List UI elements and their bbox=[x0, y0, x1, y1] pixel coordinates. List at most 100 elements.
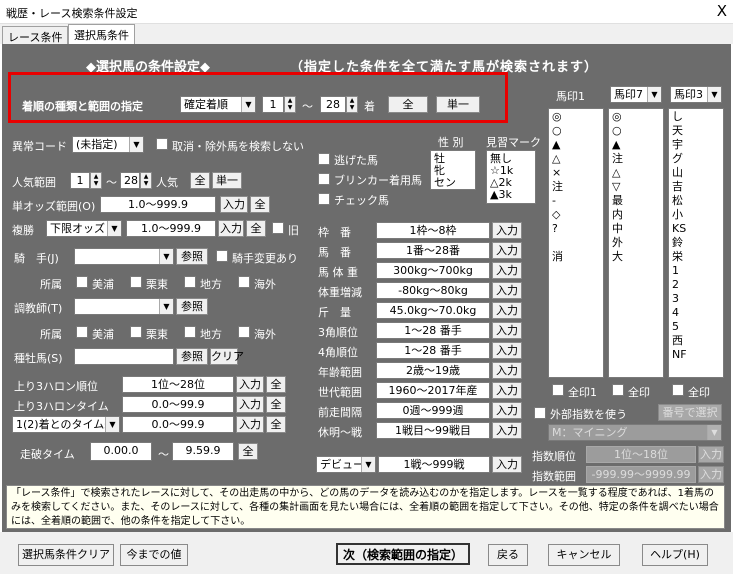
list-item[interactable]: セン bbox=[434, 177, 472, 189]
agari-time-field[interactable]: 0.0～99.9 bbox=[122, 396, 234, 413]
timediff-field[interactable]: 0.0～99.9 bbox=[122, 416, 234, 433]
fukusho-old-checkbox[interactable] bbox=[272, 222, 284, 234]
hasha-from[interactable]: 0.00.0 bbox=[90, 442, 152, 461]
list-item[interactable]: 3 bbox=[672, 293, 720, 307]
agari-time-all-button[interactable]: 全 bbox=[266, 396, 286, 413]
range-input-button[interactable]: 入力 bbox=[492, 222, 522, 239]
ninki-to[interactable]: 28 bbox=[120, 172, 140, 189]
range-input-button[interactable]: 入力 bbox=[492, 382, 522, 399]
affil2-kaigai-checkbox[interactable] bbox=[238, 326, 250, 338]
order-type-select[interactable]: 確定着順 ▼ bbox=[180, 96, 256, 113]
list-item[interactable]: 宇 bbox=[672, 139, 720, 153]
range-field[interactable]: 1番～28番 bbox=[376, 242, 490, 259]
ext-rank-field[interactable]: 1位～18位 bbox=[586, 446, 696, 463]
jockey-change-checkbox[interactable] bbox=[216, 250, 228, 262]
affil-miho-checkbox[interactable] bbox=[76, 276, 88, 288]
list-item[interactable]: 最 bbox=[612, 195, 660, 209]
range-field[interactable]: 2歳～19歳 bbox=[376, 362, 490, 379]
timediff-all-button[interactable]: 全 bbox=[266, 416, 286, 433]
mark1-list[interactable]: ◎ ○ ▲ △ × 注 - ◇? 消 bbox=[548, 108, 604, 378]
jockey-ref-button[interactable]: 参照 bbox=[176, 248, 208, 265]
back-button[interactable]: 戻る bbox=[488, 544, 528, 566]
list-item[interactable]: 消 bbox=[552, 251, 600, 265]
list-item[interactable]: 吉 bbox=[672, 181, 720, 195]
range-input-button[interactable]: 入力 bbox=[492, 322, 522, 339]
range-field[interactable]: 1～28 番手 bbox=[376, 322, 490, 339]
fukusho-type-select[interactable]: 下限オッズ ▼ bbox=[46, 220, 122, 237]
list-item[interactable]: 注 bbox=[552, 181, 600, 195]
list-item[interactable]: 内 bbox=[612, 209, 660, 223]
range-field[interactable]: 1枠～8枠 bbox=[376, 222, 490, 239]
fukusho-input-button[interactable]: 入力 bbox=[218, 220, 244, 237]
range-field[interactable]: 1戦目～99戦目 bbox=[376, 422, 490, 439]
tanodds-input-button[interactable]: 入力 bbox=[220, 196, 248, 213]
list-item[interactable]: 注 bbox=[612, 153, 660, 167]
range-field[interactable]: 1～28 番手 bbox=[376, 342, 490, 359]
ext-order-button[interactable]: 番号で選択 bbox=[658, 404, 722, 421]
list-item[interactable]: NF bbox=[672, 349, 720, 363]
ijo-select[interactable]: (未指定) ▼ bbox=[72, 136, 144, 153]
ninki-from-spinner[interactable]: ▲ ▼ bbox=[90, 172, 102, 189]
order-to-field[interactable]: 28 bbox=[320, 96, 346, 113]
mark3-select[interactable]: 馬印3 ▼ bbox=[670, 86, 722, 103]
ext-range-field[interactable]: -999.99～9999.99 bbox=[586, 466, 696, 483]
list-item[interactable]: ▲3k bbox=[490, 189, 532, 201]
range-input-button[interactable]: 入力 bbox=[492, 422, 522, 439]
list-item[interactable]: 5 bbox=[672, 321, 720, 335]
list-item[interactable]: 中 bbox=[612, 223, 660, 237]
ext-rank-input-button[interactable]: 入力 bbox=[698, 446, 724, 463]
range-input-button[interactable]: 入力 bbox=[492, 402, 522, 419]
prev-values-button[interactable]: 今までの値 bbox=[120, 544, 188, 566]
close-icon[interactable]: X bbox=[717, 2, 727, 20]
minarai-list[interactable]: 無し ☆1k △2k ▲3k bbox=[486, 150, 536, 204]
flag-nige-checkbox[interactable] bbox=[318, 153, 330, 165]
flag-check-checkbox[interactable] bbox=[318, 193, 330, 205]
range-field[interactable]: 0週～999週 bbox=[376, 402, 490, 419]
timediff-input-button[interactable]: 入力 bbox=[236, 416, 264, 433]
order-from-spinner[interactable]: ▲ ▼ bbox=[284, 96, 296, 113]
range-field[interactable]: 300kg～700kg bbox=[376, 262, 490, 279]
range-input-button[interactable]: 入力 bbox=[492, 262, 522, 279]
list-item[interactable]: ○ bbox=[612, 125, 660, 139]
timediff-select[interactable]: 1(2)着とのタイム差 ▼ bbox=[12, 416, 120, 433]
range-input-button[interactable]: 入力 bbox=[492, 362, 522, 379]
list-item[interactable]: 松 bbox=[672, 195, 720, 209]
jockey-select[interactable]: ▼ bbox=[74, 248, 174, 265]
mark2-select[interactable]: 馬印7 ▼ bbox=[610, 86, 662, 103]
flag-blinker-checkbox[interactable] bbox=[318, 173, 330, 185]
range-field[interactable]: 1960～2017年産 bbox=[376, 382, 490, 399]
sire-ref-button[interactable]: 参照 bbox=[176, 348, 208, 365]
trainer-ref-button[interactable]: 参照 bbox=[176, 298, 208, 315]
mark2-list[interactable]: ◎ ○ ▲ 注 △ ▽ 最内中外大 bbox=[608, 108, 664, 378]
range-field[interactable]: 45.0kg～70.0kg bbox=[376, 302, 490, 319]
list-item[interactable]: 西 bbox=[672, 335, 720, 349]
affil2-miho-checkbox[interactable] bbox=[76, 326, 88, 338]
list-item[interactable]: KS bbox=[672, 223, 720, 237]
trainer-select[interactable]: ▼ bbox=[74, 298, 174, 315]
ninki-to-spinner[interactable]: ▲ ▼ bbox=[140, 172, 152, 189]
affil2-ritto-checkbox[interactable] bbox=[130, 326, 142, 338]
range-input-button[interactable]: 入力 bbox=[492, 282, 522, 299]
mark1-all-checkbox[interactable] bbox=[552, 384, 564, 396]
list-item[interactable]: 小 bbox=[672, 209, 720, 223]
list-item[interactable] bbox=[552, 237, 600, 251]
hasha-all-button[interactable]: 全 bbox=[238, 443, 258, 460]
ext-checkbox[interactable] bbox=[534, 407, 546, 419]
ninki-from[interactable]: 1 bbox=[70, 172, 90, 189]
mark3-all-checkbox[interactable] bbox=[672, 384, 684, 396]
debut-select[interactable]: デビュー ▼ bbox=[316, 456, 376, 473]
sex-list[interactable]: 牡 牝 セン bbox=[430, 150, 476, 190]
agari-rank-field[interactable]: 1位～28位 bbox=[122, 376, 234, 393]
list-item[interactable]: △ bbox=[552, 153, 600, 167]
ijo-checkbox[interactable] bbox=[156, 138, 168, 150]
order-to-spinner[interactable]: ▲ ▼ bbox=[346, 96, 358, 113]
list-item[interactable]: 大 bbox=[612, 251, 660, 265]
range-field[interactable]: -80kg～80kg bbox=[376, 282, 490, 299]
list-item[interactable]: ? bbox=[552, 223, 600, 237]
affil-kaigai-checkbox[interactable] bbox=[238, 276, 250, 288]
agari-rank-input-button[interactable]: 入力 bbox=[236, 376, 264, 393]
hasha-to[interactable]: 9.59.9 bbox=[172, 442, 234, 461]
list-item[interactable]: 外 bbox=[612, 237, 660, 251]
list-item[interactable]: 天 bbox=[672, 125, 720, 139]
tab-race-conditions[interactable]: レース条件 bbox=[2, 26, 69, 44]
